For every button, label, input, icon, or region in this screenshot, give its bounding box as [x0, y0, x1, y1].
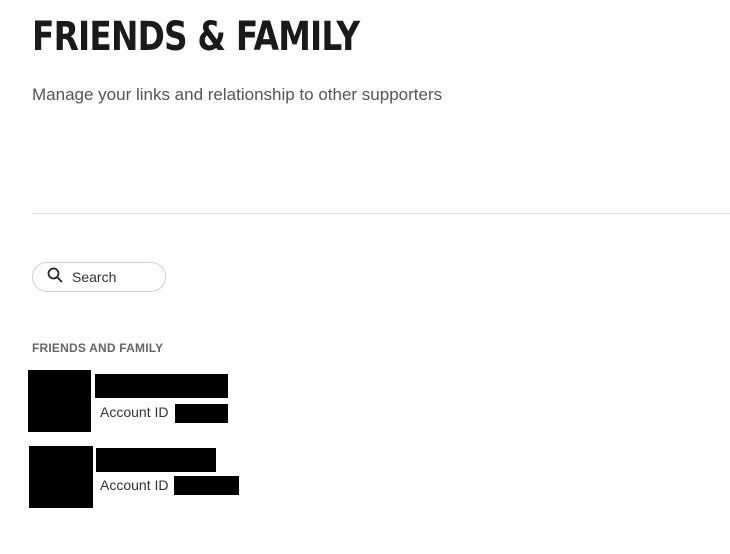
- account-id-redacted: [174, 476, 239, 495]
- account-id-redacted: [175, 404, 228, 423]
- account-id-label: Account ID: [100, 477, 169, 493]
- page-subtitle: Manage your links and relationship to ot…: [32, 85, 443, 104]
- avatar-redacted: [29, 446, 93, 508]
- member-name-redacted: [95, 374, 228, 398]
- member-row[interactable]: Account ID: [28, 446, 288, 510]
- page-title: FRIENDS & FAMILY: [32, 14, 360, 60]
- section-divider: [32, 213, 730, 214]
- friends-family-section-label: FRIENDS AND FAMILY: [32, 341, 164, 355]
- search-icon: [47, 267, 63, 288]
- search-input[interactable]: [72, 269, 152, 285]
- search-box[interactable]: [32, 262, 166, 292]
- avatar-redacted: [28, 370, 91, 432]
- member-row[interactable]: Account ID: [28, 370, 288, 434]
- member-name-redacted: [96, 448, 216, 472]
- account-id-label: Account ID: [100, 404, 169, 420]
